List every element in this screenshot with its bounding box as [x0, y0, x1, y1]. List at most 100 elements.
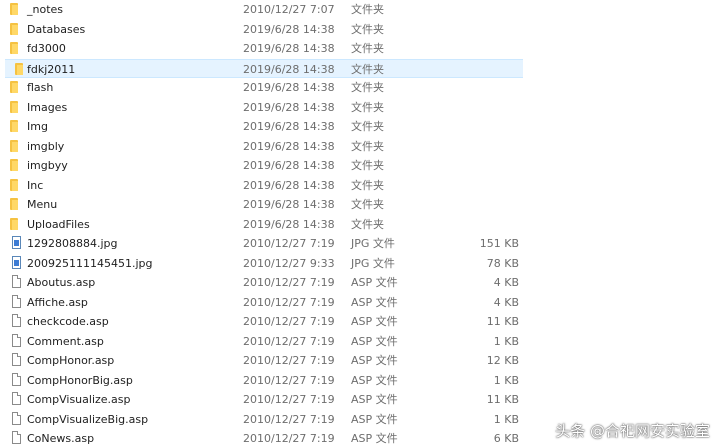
file-type: 文件夹	[351, 217, 384, 231]
file-icon	[10, 392, 22, 407]
file-row[interactable]: Img 2019/6/28 14:38 文件夹	[0, 117, 720, 136]
file-row-selected[interactable]: fdkj2011 2019/6/28 14:38 文件夹	[5, 58, 523, 78]
file-date: 2019/6/28 14:38	[243, 217, 335, 231]
file-name: 1292808884.jpg	[27, 237, 118, 250]
file-name: Images	[27, 100, 68, 114]
file-name: checkcode.asp	[27, 315, 109, 328]
file-row[interactable]: Comment.asp 2010/12/27 7:19 ASP 文件 1 KB	[0, 332, 720, 351]
file-row[interactable]: Menu 2019/6/28 14:38 文件夹	[0, 195, 720, 214]
file-type: 文件夹	[351, 42, 384, 55]
file-date: 2019/6/28 14:38	[243, 159, 335, 172]
file-row[interactable]: Images 2019/6/28 14:38 文件夹	[0, 98, 720, 117]
file-date: 2010/12/27 7:19	[243, 334, 335, 348]
file-list: _notes 2010/12/27 7:07 文件夹 Databases 2019/6/…	[0, 0, 720, 447]
folder-icon	[10, 100, 22, 115]
file-size: 6 KB	[493, 432, 519, 445]
file-name: imgbly	[27, 139, 65, 153]
file-date: 2010/12/27 7:19	[243, 295, 335, 309]
folder-icon	[15, 62, 27, 77]
file-size: 11 KB	[486, 393, 519, 406]
file-icon	[10, 431, 22, 446]
file-icon	[10, 353, 22, 368]
file-date: 2019/6/28 14:38	[243, 22, 335, 36]
file-row[interactable]: 1292808884.jpg 2010/12/27 7:19 JPG 文件 151 K…	[0, 234, 720, 253]
file-type: 文件夹	[351, 3, 384, 16]
file-row[interactable]: checkcode.asp 2010/12/27 7:19 ASP 文件 11 KB	[0, 312, 720, 331]
file-row[interactable]: Affiche.asp 2010/12/27 7:19 ASP 文件 4 KB	[0, 293, 720, 312]
file-date: 2010/12/27 7:19	[243, 354, 335, 367]
file-row[interactable]: imgbyy 2019/6/28 14:38 文件夹	[0, 156, 720, 175]
file-name: Databases	[27, 22, 86, 36]
file-row[interactable]: UploadFiles 2019/6/28 14:38 文件夹	[0, 215, 720, 234]
file-type: JPG 文件	[351, 237, 395, 250]
file-name: 200925111145451.jpg	[27, 256, 153, 270]
file-date: 2010/12/27 7:19	[243, 237, 335, 250]
file-date: 2010/12/27 7:19	[243, 412, 335, 426]
file-type: ASP 文件	[351, 412, 398, 426]
file-date: 2010/12/27 7:19	[243, 276, 335, 289]
file-name: imgbyy	[27, 159, 68, 172]
file-row[interactable]: imgbly 2019/6/28 14:38 文件夹	[0, 137, 720, 156]
file-date: 2010/12/27 7:19	[243, 393, 335, 406]
file-icon	[10, 275, 22, 290]
file-row[interactable]: Aboutus.asp 2010/12/27 7:19 ASP 文件 4 KB	[0, 273, 720, 292]
file-type: 文件夹	[351, 178, 384, 192]
file-date: 2010/12/27 7:19	[243, 432, 335, 445]
file-size: 4 KB	[493, 295, 519, 309]
file-row[interactable]: Inc 2019/6/28 14:38 文件夹	[0, 176, 720, 195]
file-row[interactable]: flash 2019/6/28 14:38 文件夹	[0, 78, 720, 97]
file-type: ASP 文件	[351, 393, 398, 406]
file-type: 文件夹	[351, 198, 384, 211]
file-date: 2019/6/28 14:38	[243, 62, 335, 76]
file-row[interactable]: 200925111145451.jpg 2010/12/27 9:33 JPG 文件…	[0, 254, 720, 273]
folder-icon	[10, 119, 22, 134]
file-row[interactable]: CompHonorBig.asp 2010/12/27 7:19 ASP 文件 1 K…	[0, 371, 720, 390]
file-type: 文件夹	[351, 22, 384, 36]
file-type: ASP 文件	[351, 276, 398, 289]
folder-icon	[10, 217, 22, 232]
file-size: 78 KB	[486, 256, 519, 270]
file-name: flash	[27, 81, 54, 94]
file-type: ASP 文件	[351, 373, 398, 387]
folder-icon	[10, 22, 22, 37]
file-row[interactable]: CompHonor.asp 2010/12/27 7:19 ASP 文件 12 KB	[0, 351, 720, 370]
file-name: Img	[27, 120, 48, 133]
file-name: Aboutus.asp	[27, 276, 96, 289]
folder-icon	[10, 178, 22, 193]
file-date: 2010/12/27 7:19	[243, 373, 335, 387]
file-row[interactable]: _notes 2010/12/27 7:07 文件夹	[0, 0, 720, 19]
file-icon	[10, 411, 22, 427]
file-row[interactable]: CompVisualize.asp 2010/12/27 7:19 ASP 文件 11…	[0, 390, 720, 409]
file-date: 2010/12/27 7:07	[243, 3, 335, 16]
file-row[interactable]: fd3000 2019/6/28 14:38 文件夹	[0, 39, 720, 58]
file-name: CompVisualize.asp	[27, 393, 131, 406]
file-date: 2019/6/28 14:38	[243, 100, 335, 114]
file-name: Comment.asp	[27, 334, 104, 348]
file-size: 1 KB	[493, 334, 519, 348]
file-type: ASP 文件	[351, 334, 398, 348]
file-size: 1 KB	[493, 373, 519, 387]
file-row[interactable]: Databases 2019/6/28 14:38 文件夹	[0, 20, 720, 39]
file-icon	[10, 372, 22, 388]
file-size: 12 KB	[486, 354, 519, 367]
file-date: 2019/6/28 14:38	[243, 42, 335, 55]
file-size: 1 KB	[493, 412, 519, 426]
file-type: 文件夹	[351, 81, 384, 94]
file-size: 11 KB	[486, 315, 519, 328]
file-date: 2019/6/28 14:38	[243, 120, 335, 133]
file-name: CoNews.asp	[27, 432, 95, 445]
file-type: 文件夹	[351, 100, 384, 114]
file-date: 2019/6/28 14:38	[243, 178, 335, 192]
file-date: 2019/6/28 14:38	[243, 198, 335, 211]
file-type: JPG 文件	[351, 256, 395, 270]
watermark: 头条 @合祀网安实验室	[555, 422, 710, 440]
file-size: 4 KB	[493, 276, 519, 289]
file-name: Affiche.asp	[27, 295, 88, 309]
file-date: 2019/6/28 14:38	[243, 139, 335, 153]
file-date: 2019/6/28 14:38	[243, 81, 335, 94]
file-type: 文件夹	[351, 139, 384, 153]
folder-icon	[10, 139, 22, 154]
image-file-icon	[10, 255, 22, 271]
folder-icon	[10, 80, 22, 95]
file-type: ASP 文件	[351, 295, 398, 309]
